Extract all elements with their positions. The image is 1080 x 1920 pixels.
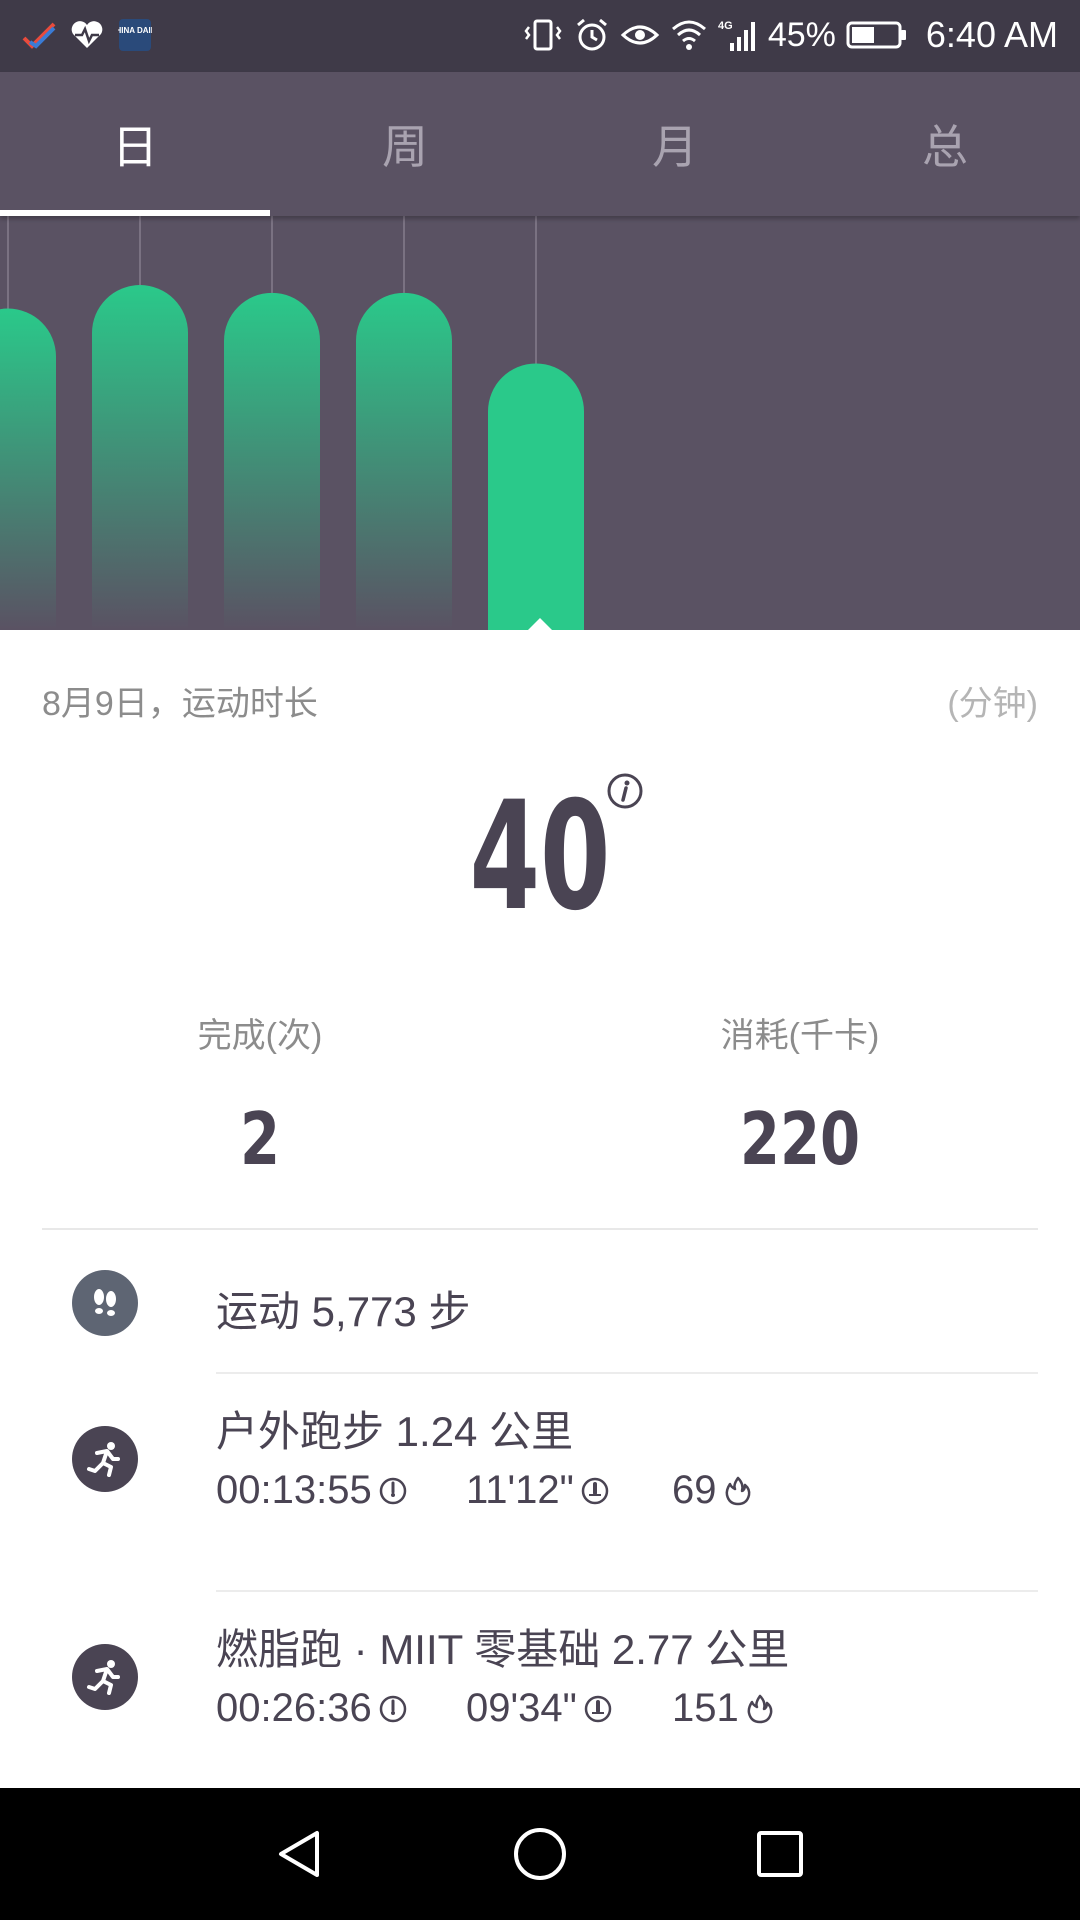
calories-stat: 69 <box>672 1468 753 1513</box>
system-icons: 4G 45% 6:40 AM <box>522 14 1058 56</box>
heart-rate-icon <box>70 20 104 50</box>
back-icon <box>279 1831 319 1877</box>
tab-day[interactable]: 日 <box>0 72 270 216</box>
pace-icon <box>584 1695 612 1722</box>
pace-text: 11'12" <box>466 1468 574 1512</box>
chart-bar[interactable] <box>0 308 56 630</box>
duration-stat: 00:13:55 <box>216 1468 466 1513</box>
flame-icon <box>747 1694 773 1723</box>
pace-stat: 11'12" <box>466 1468 672 1513</box>
back-button[interactable] <box>270 1824 330 1884</box>
day-summary: 8月9日，运动时长 (分钟) 40 完成(次) 2 消耗(千卡) 220 运动 … <box>0 630 1080 1788</box>
pace-text: 09'34" <box>466 1686 577 1730</box>
list-item-outdoor-run[interactable]: 户外跑步 1.24 公里 00:13:55 11'12" 69 <box>0 1374 1080 1592</box>
home-icon <box>514 1828 566 1880</box>
activity-chart-svg <box>0 216 584 630</box>
vibrate-icon <box>522 17 564 53</box>
duration-text: 00:13:55 <box>216 1468 372 1512</box>
outdoor-run-stats: 00:13:55 11'12" 69 <box>216 1468 753 1513</box>
footsteps-icon <box>72 1270 138 1336</box>
recents-button[interactable] <box>750 1824 810 1884</box>
network-type: 4G <box>718 20 733 32</box>
chart-bar[interactable] <box>92 285 188 630</box>
calories-stat: 151 <box>672 1686 775 1731</box>
calories-text: 151 <box>672 1686 739 1730</box>
recents-icon <box>757 1831 803 1877</box>
completed-stat: 完成(次) 2 <box>80 1008 440 1181</box>
date-label: 8月9日，运动时长 <box>42 685 318 723</box>
running-icon <box>72 1644 138 1710</box>
chart-bar[interactable] <box>356 292 452 630</box>
completed-value: 2 <box>239 1097 281 1181</box>
period-tabs: 日 周 月 总 <box>0 72 1080 216</box>
unit-label: (分钟) <box>947 685 1038 723</box>
calories-label: 消耗(千卡) <box>720 1017 880 1055</box>
duration-text: 00:26:36 <box>216 1686 372 1730</box>
eye-icon <box>620 17 660 53</box>
fat-burn-run-stats: 00:26:36 09'34" 151 <box>216 1686 775 1731</box>
tab-total[interactable]: 总 <box>810 72 1080 216</box>
china-daily-text: CHINA DAILY <box>118 26 152 35</box>
fat-burn-run-title: 燃脂跑 · MIIT 零基础 2.77 公里 <box>216 1626 790 1673</box>
running-icon <box>72 1426 138 1492</box>
duration-value: 40 <box>469 770 611 944</box>
navigation-bar <box>0 1788 1080 1920</box>
checkmark-app-icon <box>22 20 56 50</box>
tab-week[interactable]: 周 <box>270 72 540 216</box>
pace-icon <box>581 1477 609 1504</box>
info-icon[interactable] <box>606 772 644 810</box>
battery-icon <box>846 20 908 50</box>
chart-bar[interactable] <box>488 363 584 630</box>
china-daily-icon: CHINA DAILY <box>118 18 152 52</box>
completed-label: 完成(次) <box>197 1017 323 1055</box>
timer-icon <box>379 1477 406 1504</box>
activity-chart[interactable] <box>0 216 1080 630</box>
notification-icons: CHINA DAILY <box>22 18 152 52</box>
list-item-steps[interactable]: 运动 5,773 步 <box>0 1230 1080 1374</box>
tab-month[interactable]: 月 <box>540 72 810 216</box>
chart-bar[interactable] <box>224 292 320 630</box>
list-item-fat-burn-run[interactable]: 燃脂跑 · MIIT 零基础 2.77 公里 00:26:36 09'34" 1… <box>0 1592 1080 1788</box>
pace-stat: 09'34" <box>466 1686 672 1731</box>
battery-percent: 45% <box>767 15 836 54</box>
wifi-icon <box>670 17 708 53</box>
calories-stat: 消耗(千卡) 220 <box>620 1008 980 1181</box>
status-bar: CHINA DAILY 4G 45% 6:40 AM <box>0 0 1080 72</box>
home-button[interactable] <box>510 1824 570 1884</box>
steps-title: 运动 5,773 步 <box>216 1288 471 1335</box>
outdoor-run-title: 户外跑步 1.24 公里 <box>216 1408 574 1455</box>
calories-value: 220 <box>739 1097 861 1181</box>
alarm-icon <box>574 17 610 53</box>
duration-stat: 00:26:36 <box>216 1686 466 1731</box>
signal-icon: 4G <box>718 17 758 53</box>
flame-icon <box>725 1476 750 1505</box>
clock: 6:40 AM <box>925 14 1058 55</box>
calories-text: 69 <box>672 1468 717 1512</box>
timer-icon <box>379 1695 406 1722</box>
